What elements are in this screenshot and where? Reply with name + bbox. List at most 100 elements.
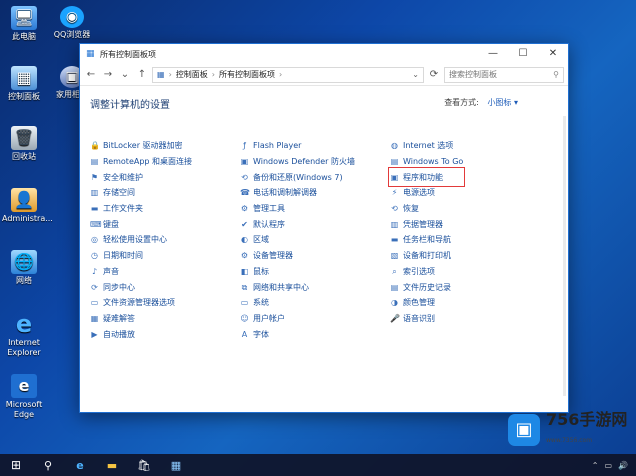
view-by-dropdown[interactable]: 小图标 ▾ [487, 98, 518, 107]
system-tray: ⌃ ▭ 🔊 [592, 461, 636, 470]
close-button[interactable]: ✕ [538, 44, 568, 64]
control-panel-item[interactable]: ⟲ 备份和还原(Windows 7) [240, 169, 355, 185]
edge-taskbar-icon[interactable]: e [64, 459, 96, 472]
control-panel-item[interactable]: ☎ 电话和调制解调器 [240, 185, 355, 201]
recent-locations-button[interactable]: ⌄ [118, 69, 132, 80]
desktop-icon[interactable]: e Internet Explorer [2, 312, 46, 358]
control-panel-item[interactable]: ▬ 工作文件夹 [90, 201, 192, 217]
chevron-down-icon[interactable]: ⌄ [412, 70, 419, 79]
control-panel-item-label: 字体 [253, 329, 269, 339]
control-panel-item[interactable]: A 字体 [240, 326, 355, 342]
user-accounts-icon: ☺ [240, 313, 249, 323]
page-title: 调整计算机的设置 [90, 100, 170, 111]
desktop-icon[interactable]: ▦ 控制面板 [2, 66, 46, 102]
control-panel-item[interactable]: ☺ 用户帐户 [240, 311, 355, 327]
desktop-icon[interactable]: ◉ QQ浏览器 [52, 6, 92, 40]
control-panel-item[interactable]: ◑ 颜色管理 [390, 295, 463, 311]
back-button[interactable]: ← [84, 69, 98, 80]
control-panel-item[interactable]: ▤ Windows To Go [390, 154, 464, 170]
file-explorer-taskbar-icon[interactable]: ▬ [96, 459, 128, 472]
control-panel-item[interactable]: ⚡ 电源选项 [390, 185, 463, 201]
control-panel-item[interactable]: ▧ 设备和打印机 [390, 248, 463, 264]
control-panel-item[interactable]: ▭ 系统 [240, 295, 355, 311]
control-panel-item[interactable]: ▥ 凭据管理器 [390, 216, 463, 232]
up-button[interactable]: ↑ [135, 69, 149, 80]
tray-chevron-up-icon[interactable]: ⌃ [592, 461, 599, 470]
control-panel-item[interactable]: ♪ 声音 [90, 264, 192, 280]
speech-recognition-icon: 🎤 [390, 313, 400, 323]
store-taskbar-icon[interactable]: 🛍 [128, 459, 160, 472]
control-panel-item[interactable]: ⌕ 索引选项 [390, 264, 463, 280]
forward-button[interactable]: → [101, 69, 115, 80]
control-panel-taskbar-icon[interactable]: ▦ [160, 459, 192, 472]
work-folders-icon: ▬ [90, 204, 99, 214]
desktop-icon[interactable]: 🗑 回收站 [2, 126, 46, 162]
admin-tools-icon: ⚙ [240, 204, 249, 214]
start-button[interactable]: ⊞ [0, 458, 32, 472]
control-panel-item[interactable]: ▭ 文件资源管理器选项 [90, 295, 192, 311]
control-panel-item[interactable]: ▤ 文件历史记录 [390, 279, 463, 295]
control-panel-item[interactable]: ƒ Flash Player [240, 138, 355, 154]
search-input[interactable] [449, 70, 545, 79]
control-panel-item-label: 疑难解答 [103, 313, 135, 323]
desktop-icon[interactable]: 🌐 网络 [2, 250, 46, 286]
control-panel-item[interactable]: ✔ 默认程序 [240, 216, 355, 232]
phone-modem-icon: ☎ [240, 188, 250, 198]
firewall-icon: ▣ [240, 157, 249, 167]
desktop-icon-label: Microsoft Edge [5, 400, 43, 419]
items-column-2: ƒ Flash Player ▣ Windows Defender 防火墙 ⟲ 备份和还原… [240, 138, 355, 342]
control-panel-item[interactable]: ⟳ 同步中心 [90, 279, 192, 295]
address-bar[interactable]: ▦ › 控制面板 › 所有控制面板项 › ⌄ [152, 66, 424, 83]
control-panel-item-label: 电话和调制解调器 [253, 188, 317, 198]
control-panel-item[interactable]: ◎ 轻松使用设置中心 [90, 232, 192, 248]
control-panel-item-label: 区域 [253, 235, 269, 245]
power-options-icon: ⚡ [391, 188, 398, 198]
color-management-icon: ◑ [391, 298, 398, 308]
bitlocker-icon: 🔒 [90, 141, 100, 151]
tray-network-icon[interactable]: ▭ [604, 461, 612, 470]
control-panel-item[interactable]: ▥ 存储空间 [90, 185, 192, 201]
items-column-3: ◍ Internet 选项 ▤ Windows To Go ▣ 程序和功能 ⚡ 电源选项 ⟲ 恢复… [387, 138, 466, 327]
control-panel-item[interactable]: ◧ 鼠标 [240, 264, 355, 280]
control-panel-item[interactable]: 🎤 语音识别 [390, 311, 463, 327]
breadcrumb-control-panel[interactable]: 控制面板 [176, 69, 208, 80]
desktop-icon-label: QQ浏览器 [53, 30, 91, 39]
control-panel-item[interactable]: ▦ 疑难解答 [90, 311, 192, 327]
desktop-icon-label: Internet Explorer [7, 338, 41, 357]
minimize-button[interactable]: — [478, 44, 508, 64]
control-panel-item-label: 备份和还原(Windows 7) [253, 172, 343, 182]
watermark-logo-icon: ▣ [508, 414, 540, 446]
title-bar[interactable]: ▦ 所有控制面板项 — ☐ ✕ [80, 44, 568, 64]
control-panel-item-label: 文件历史记录 [403, 282, 451, 292]
qq-browser-icon: ◉ [60, 6, 84, 28]
maximize-button[interactable]: ☐ [508, 44, 538, 64]
control-panel-item[interactable]: ⚙ 设备管理器 [240, 248, 355, 264]
control-panel-item[interactable]: ◐ 区域 [240, 232, 355, 248]
refresh-button[interactable]: ⟳ [427, 69, 441, 80]
control-panel-item[interactable]: ▬ 任务栏和导航 [390, 232, 463, 248]
control-panel-item[interactable]: ⌨ 键盘 [90, 216, 192, 232]
control-panel-item[interactable]: ▣ 程序和功能 [387, 167, 466, 188]
control-panel-item[interactable]: 🔒 BitLocker 驱动器加密 [90, 138, 192, 154]
control-panel-item[interactable]: ▣ Windows Defender 防火墙 [240, 154, 355, 170]
desktop-icon[interactable]: 🖥 此电脑 [2, 6, 46, 42]
desktop-icon[interactable]: e Microsoft Edge [2, 374, 46, 420]
control-panel-item[interactable]: ⧉ 网络和共享中心 [240, 279, 355, 295]
control-panel-item[interactable]: ⟲ 恢复 [390, 201, 463, 217]
control-panel-item[interactable]: ▶ 自动播放 [90, 326, 192, 342]
search-taskbar-icon[interactable]: ⚲ [32, 459, 64, 472]
control-panel-item-label: RemoteApp 和桌面连接 [103, 157, 193, 167]
control-panel-icon: ▦ [11, 66, 37, 90]
scrollbar[interactable] [563, 116, 566, 396]
breadcrumb-all-items[interactable]: 所有控制面板项 [219, 69, 275, 80]
control-panel-item-label: 电源选项 [403, 188, 435, 198]
control-panel-item[interactable]: ▤ RemoteApp 和桌面连接 [90, 154, 192, 170]
desktop-icon[interactable]: 👤 Administra... [2, 188, 53, 224]
tray-volume-icon[interactable]: 🔊 [618, 461, 628, 470]
control-panel-item[interactable]: ⚙ 管理工具 [240, 201, 355, 217]
search-box[interactable]: ⚲ [444, 66, 564, 83]
control-panel-item[interactable]: ⚑ 安全和维护 [90, 169, 192, 185]
control-panel-item[interactable]: ◷ 日期和时间 [90, 248, 192, 264]
control-panel-item-label: Windows Defender 防火墙 [253, 157, 355, 167]
control-panel-item[interactable]: ◍ Internet 选项 [390, 138, 463, 154]
